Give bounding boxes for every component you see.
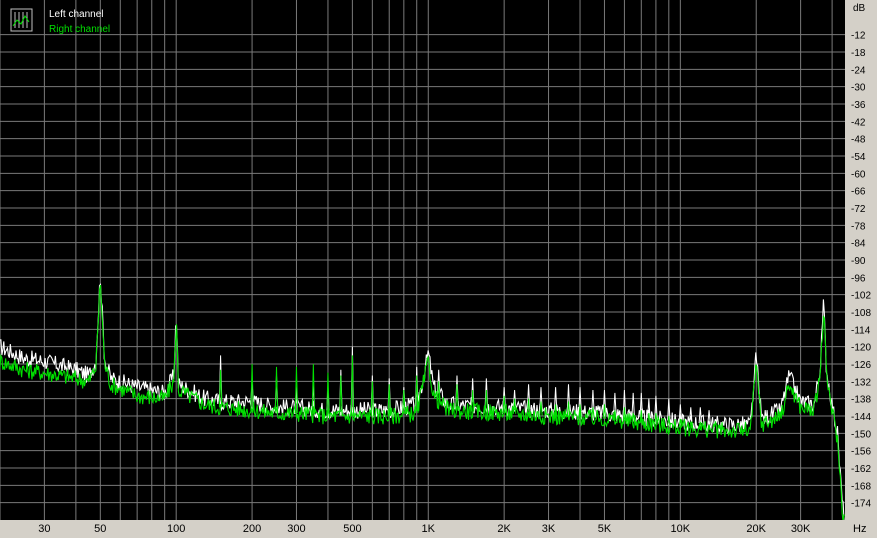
y-axis-unit: dB (853, 3, 866, 14)
y-tick-label: -114 (851, 325, 871, 336)
y-tick-label: -174 (851, 499, 871, 510)
y-tick-label: -84 (851, 239, 866, 250)
x-tick-label: 100 (167, 523, 185, 535)
x-tick-label: 30 (38, 523, 50, 535)
spectrum-icon-frame (10, 8, 33, 32)
y-tick-label: -102 (851, 291, 871, 302)
y-tick-label: -96 (851, 273, 866, 284)
legend: Left channel Right channel (10, 8, 110, 35)
x-tick-label: 5K (598, 523, 612, 535)
y-tick-label: -156 (851, 447, 871, 458)
y-tick-label: -30 (851, 83, 866, 94)
y-tick-label: -24 (851, 65, 866, 76)
y-tick-label: -168 (851, 481, 871, 492)
spectrum-icon (10, 8, 33, 32)
left-channel-trace (0, 283, 845, 520)
spectrum-plot: Left channel Right channel (0, 0, 845, 520)
harmonic-peak-left (631, 392, 635, 417)
right-channel-trace (0, 284, 845, 520)
y-tick-label: -120 (851, 343, 871, 354)
y-tick-label: -18 (851, 48, 866, 59)
x-tick-label: 50 (94, 523, 106, 535)
y-tick-label: -42 (851, 117, 866, 128)
harmonic-peak-right (274, 366, 279, 414)
x-tick-label: 30K (791, 523, 811, 535)
x-tick-label: 1K (422, 523, 436, 535)
legend-entry: Right channel (49, 24, 110, 35)
x-tick-label: 20K (746, 523, 766, 535)
x-tick-label: 3K (542, 523, 556, 535)
x-tick-label: 300 (287, 523, 305, 535)
y-tick-label: -78 (851, 221, 866, 232)
y-tick-label: -66 (851, 187, 866, 198)
y-tick-label: -90 (851, 256, 866, 267)
x-tick-label: 500 (343, 523, 361, 535)
y-tick-label: -48 (851, 135, 866, 146)
y-tick-label: -36 (851, 100, 866, 111)
y-tick-label: -132 (851, 377, 871, 388)
y-tick-label: -12 (851, 31, 866, 42)
spectrum-analyzer-window: Left channel Right channel dB -12 -18 -24 -30… (0, 0, 877, 538)
y-tick-label: -150 (851, 429, 871, 440)
y-tick-label: -108 (851, 308, 871, 319)
y-tick-label: -126 (851, 360, 871, 371)
legend-entry: Left channel (49, 9, 104, 20)
x-tick-label: 10K (671, 523, 691, 535)
y-tick-label: -72 (851, 204, 866, 215)
y-tick-label: -60 (851, 169, 866, 180)
y-tick-label: -162 (851, 464, 871, 475)
y-tick-label: -138 (851, 395, 871, 406)
x-axis-unit: Hz (853, 523, 866, 535)
y-tick-label: -144 (851, 412, 871, 423)
y-tick-label: -54 (851, 152, 866, 163)
x-tick-label: 2K (497, 523, 511, 535)
x-tick-label: 200 (243, 523, 261, 535)
